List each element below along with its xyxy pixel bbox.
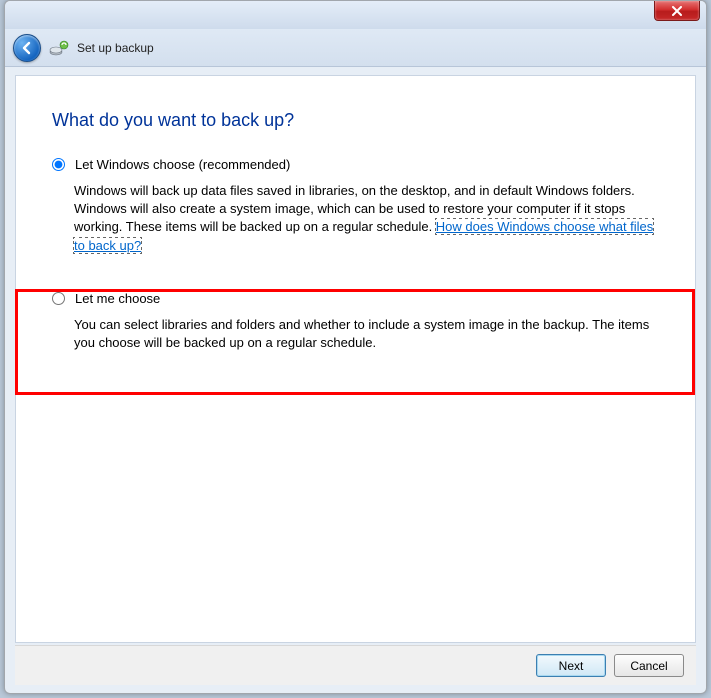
wizard-window: Set up backup What do you want to back u…: [4, 0, 707, 694]
back-button[interactable]: [13, 34, 41, 62]
backup-wizard-icon: [49, 39, 69, 57]
option-let-windows-choose: Let Windows choose (recommended) Windows…: [52, 157, 659, 255]
option-row[interactable]: Let me choose: [52, 291, 659, 306]
option-description: Windows will back up data files saved in…: [74, 182, 659, 255]
back-arrow-icon: [20, 41, 34, 55]
close-button[interactable]: [654, 1, 700, 21]
footer-button-bar: Next Cancel: [15, 645, 696, 685]
option-label: Let me choose: [75, 291, 160, 306]
close-icon: [671, 6, 683, 16]
option-label: Let Windows choose (recommended): [75, 157, 290, 172]
option-row[interactable]: Let Windows choose (recommended): [52, 157, 659, 172]
content-panel: What do you want to back up? Let Windows…: [15, 75, 696, 643]
radio-let-me-choose[interactable]: [52, 292, 65, 305]
option-let-me-choose: Let me choose You can select libraries a…: [52, 291, 659, 352]
page-heading: What do you want to back up?: [52, 110, 659, 131]
option-description-text: You can select libraries and folders and…: [74, 317, 649, 350]
radio-let-windows-choose[interactable]: [52, 158, 65, 171]
wizard-title: Set up backup: [77, 41, 154, 55]
navbar: Set up backup: [5, 29, 706, 67]
option-description: You can select libraries and folders and…: [74, 316, 659, 352]
titlebar: [5, 1, 706, 29]
next-button[interactable]: Next: [536, 654, 606, 677]
cancel-button[interactable]: Cancel: [614, 654, 684, 677]
